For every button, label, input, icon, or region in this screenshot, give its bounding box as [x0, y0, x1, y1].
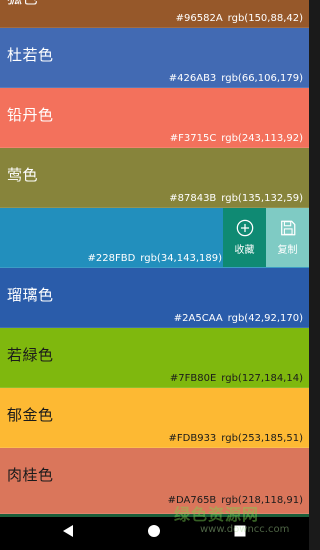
color-hex: #2A5CAA — [173, 313, 223, 324]
color-row[interactable]: 铅丹色 #F3715C rgb(243,113,92) — [0, 88, 309, 148]
color-rgb: rgb(42,92,170) — [227, 313, 303, 324]
copy-button[interactable]: 复制 — [266, 208, 309, 267]
color-codes: #F3715C rgb(243,113,92) — [170, 133, 303, 144]
color-hex: #FDB933 — [168, 433, 217, 444]
color-row-swiped[interactable]: #228FBD rgb(34,143,189) 收藏 复制 — [0, 208, 309, 268]
color-rgb: rgb(66,106,179) — [221, 73, 303, 84]
color-row[interactable]: 郁金色 #FDB933 rgb(253,185,51) — [0, 388, 309, 448]
color-name: 肉桂色 — [7, 466, 54, 484]
color-rgb: rgb(135,132,59) — [221, 193, 303, 204]
home-circle-icon[interactable] — [147, 524, 161, 538]
color-hex: #426AB3 — [168, 73, 217, 84]
color-row[interactable]: 若緑色 #7FB80E rgb(127,184,14) — [0, 328, 309, 388]
color-name: 铅丹色 — [7, 106, 54, 124]
color-rgb: rgb(253,185,51) — [221, 433, 303, 444]
color-rgb: rgb(127,184,14) — [221, 373, 303, 384]
save-icon — [280, 220, 295, 236]
color-name: 郁金色 — [7, 406, 54, 424]
color-hex: #7FB80E — [169, 373, 217, 384]
favorite-button[interactable]: 收藏 — [223, 208, 266, 267]
favorite-label: 收藏 — [234, 245, 255, 256]
color-hex: #F3715C — [169, 133, 217, 144]
color-codes: #228FBD rgb(34,143,189) — [88, 253, 222, 264]
color-row[interactable]: 杜若色 #426AB3 rgb(66,106,179) — [0, 28, 309, 88]
color-codes: #7FB80E rgb(127,184,14) — [170, 373, 303, 384]
color-codes: #96582A rgb(150,88,42) — [176, 13, 303, 24]
color-hex: #87843B — [169, 193, 217, 204]
color-row[interactable]: 瑠璃色 #2A5CAA rgb(42,92,170) — [0, 268, 309, 328]
color-codes: #FDB933 rgb(253,185,51) — [169, 433, 303, 444]
watermark-url: www.downcc.com — [200, 524, 290, 535]
color-name: 狐色 — [7, 0, 38, 8]
color-rgb: rgb(34,143,189) — [140, 253, 222, 264]
color-rgb: rgb(243,113,92) — [221, 133, 303, 144]
color-name: 杜若色 — [7, 46, 54, 64]
color-hex: #228FBD — [87, 253, 136, 264]
color-codes: #426AB3 rgb(66,106,179) — [169, 73, 303, 84]
plus-circle-icon — [236, 219, 253, 237]
color-name: 莺色 — [7, 166, 39, 184]
color-row-fox[interactable]: 狐色 #96582A rgb(150,88,42) — [0, 0, 309, 28]
color-codes: #2A5CAA rgb(42,92,170) — [174, 313, 303, 324]
color-codes: #87843B rgb(135,132,59) — [169, 193, 303, 204]
color-rgb: rgb(150,88,42) — [227, 13, 303, 24]
back-triangle-icon[interactable] — [61, 524, 75, 538]
copy-label: 复制 — [277, 245, 298, 256]
color-row[interactable]: 肉桂色 #DA765B rgb(218,118,91) — [0, 448, 309, 514]
watermark: 绿色资源网 — [174, 505, 260, 524]
color-hex: #96582A — [175, 13, 223, 24]
color-name: 若緑色 — [7, 346, 54, 364]
color-row[interactable]: 莺色 #87843B rgb(135,132,59) — [0, 148, 309, 208]
color-name: 瑠璃色 — [7, 286, 54, 304]
